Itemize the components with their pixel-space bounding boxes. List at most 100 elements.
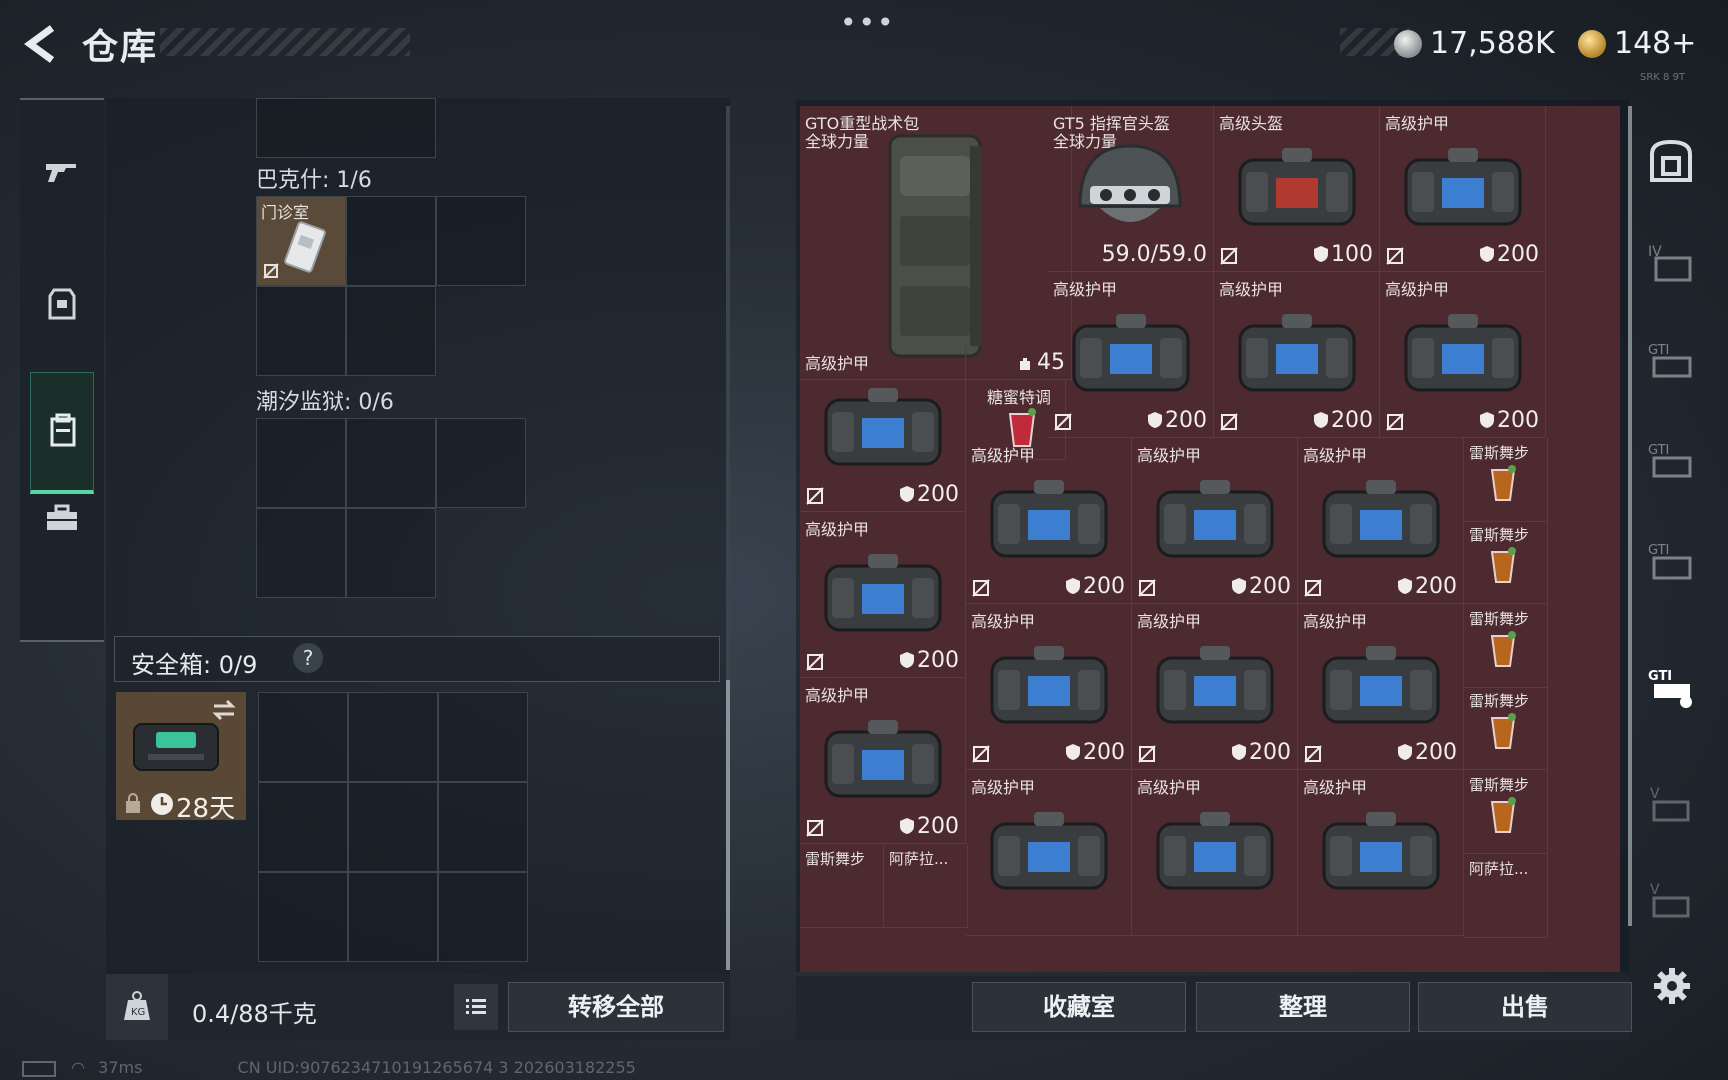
- swap-icon[interactable]: [210, 698, 238, 722]
- inventory-item-backpack[interactable]: GTO重型战术包 全球力量 45: [800, 106, 1072, 380]
- empty-slot[interactable]: [256, 508, 346, 598]
- empty-slot[interactable]: [256, 98, 436, 158]
- inventory-grid: GTO重型战术包 全球力量 45 GT5 指挥官头盔 全球力量 59.0/59.…: [800, 106, 1620, 972]
- stash-scrollbar-thumb[interactable]: [726, 680, 730, 970]
- toolbox-icon[interactable]: [42, 498, 82, 538]
- item-name: 高级护甲: [1219, 280, 1284, 299]
- inventory-item-cocktail[interactable]: 雷斯舞步: [1464, 438, 1548, 522]
- inventory-item-armor[interactable]: 高级护甲 200: [1298, 438, 1464, 604]
- inventory-item-armor[interactable]: 高级护甲: [1132, 770, 1298, 936]
- container-v-icon[interactable]: V: [1646, 780, 1696, 830]
- container-gti-icon[interactable]: GTI: [1646, 536, 1696, 586]
- container-gti-active-icon[interactable]: GTI: [1646, 662, 1696, 712]
- item-name: 高级护甲: [1303, 446, 1368, 465]
- container-v-icon[interactable]: V: [1646, 876, 1696, 926]
- safe-vault-icon[interactable]: [1646, 136, 1696, 186]
- inventory-item-cocktail[interactable]: 雷斯舞步: [1464, 686, 1548, 770]
- inventory-item-advanced-helmet[interactable]: 高级头盔 100: [1214, 106, 1380, 272]
- armor-case-icon: [824, 388, 942, 466]
- inventory-item-gt5-helmet[interactable]: GT5 指挥官头盔 全球力量 59.0/59.0: [1048, 106, 1214, 272]
- empty-slot[interactable]: [256, 418, 346, 508]
- cocktail-glass-icon: [1490, 797, 1516, 833]
- inventory-item-cocktail[interactable]: 雷斯舞步: [1464, 604, 1548, 688]
- item-durability: 200: [917, 482, 959, 507]
- inventory-item-armor[interactable]: 高级护甲 200: [1048, 272, 1214, 438]
- organize-button[interactable]: 整理: [1196, 982, 1410, 1032]
- armor-case-icon: [1322, 646, 1440, 724]
- ping-readout: 37ms: [98, 1058, 143, 1077]
- item-name: 高级护甲: [1303, 778, 1368, 797]
- item-name: 高级护甲: [1137, 612, 1202, 631]
- backpack-item-icon: [888, 134, 982, 358]
- nav-tab-backpack-active[interactable]: [30, 372, 94, 494]
- safebox-slot[interactable]: [258, 692, 348, 782]
- container-gti-icon[interactable]: GTI: [1646, 336, 1696, 386]
- inventory-item-cocktail[interactable]: 雷斯舞步: [1464, 520, 1548, 604]
- item-name: 高级护甲: [805, 520, 870, 539]
- helmet-case-icon: [1238, 148, 1356, 226]
- safebox-help-button[interactable]: ?: [293, 643, 323, 673]
- list-view-button[interactable]: [454, 984, 498, 1030]
- container-gti-icon[interactable]: GTI: [1646, 436, 1696, 486]
- safebox-item[interactable]: 28天: [116, 692, 246, 824]
- inventory-item-armor[interactable]: 高级护甲 200: [1132, 438, 1298, 604]
- no-insure-icon: [1304, 579, 1322, 597]
- safebox-slot[interactable]: [348, 872, 438, 962]
- container-iv-icon[interactable]: IV: [1646, 238, 1696, 288]
- svg-text:KG: KG: [131, 1007, 145, 1018]
- armor-case-icon: [990, 480, 1108, 558]
- durability-shield-icon: [1314, 412, 1328, 428]
- settings-gear-icon[interactable]: [1652, 966, 1692, 1006]
- empty-slot[interactable]: [346, 196, 436, 286]
- no-insure-icon: [1220, 247, 1238, 265]
- inventory-item-armor[interactable]: 高级护甲 200: [1298, 604, 1464, 770]
- inventory-item-armor[interactable]: 高级护甲 200: [1132, 604, 1298, 770]
- back-arrow-icon[interactable]: [22, 22, 62, 66]
- safebox-slot[interactable]: [258, 782, 348, 872]
- safebox-slot[interactable]: [438, 692, 528, 782]
- sell-button[interactable]: 出售: [1418, 982, 1632, 1032]
- gold-currency-amount[interactable]: 148+: [1614, 26, 1696, 61]
- empty-slot[interactable]: [436, 418, 526, 508]
- item-name: 高级护甲: [971, 446, 1036, 465]
- empty-slot[interactable]: [346, 418, 436, 508]
- inventory-item-armor[interactable]: 高级护甲 200: [800, 512, 966, 678]
- inventory-item-armor[interactable]: 高级护甲 200: [1214, 272, 1380, 438]
- inventory-item-cocktail[interactable]: 雷斯舞步: [800, 844, 884, 928]
- title-decor: [160, 28, 410, 56]
- safebox-slot[interactable]: [348, 782, 438, 872]
- empty-slot[interactable]: [346, 286, 436, 376]
- inventory-item-cocktail[interactable]: 雷斯舞步: [1464, 770, 1548, 854]
- safebox-slot[interactable]: [348, 692, 438, 782]
- inventory-item-asala[interactable]: 阿萨拉...: [884, 844, 968, 928]
- clinic-item-slot[interactable]: 门诊室: [256, 196, 346, 286]
- no-insure-icon: [806, 487, 824, 505]
- safebox-slot[interactable]: [258, 872, 348, 962]
- inventory-scrollbar[interactable]: [1628, 106, 1632, 926]
- item-durability: 200: [1083, 740, 1125, 765]
- inventory-item-armor[interactable]: 高级护甲 200: [800, 678, 966, 844]
- inventory-item-armor[interactable]: 高级护甲 200: [800, 346, 966, 512]
- inventory-item-armor[interactable]: 高级护甲: [966, 770, 1132, 936]
- inventory-item-asala[interactable]: 阿萨拉...: [1464, 854, 1548, 938]
- inventory-item-armor[interactable]: 高级护甲 200: [966, 438, 1132, 604]
- gun-icon[interactable]: [42, 152, 82, 192]
- safebox-slot[interactable]: [438, 782, 528, 872]
- armor-vest-icon[interactable]: [42, 284, 82, 324]
- collection-room-button[interactable]: 收藏室: [972, 982, 1186, 1032]
- item-name: 高级护甲: [1385, 280, 1450, 299]
- more-menu-icon[interactable]: •••: [840, 6, 896, 39]
- empty-slot[interactable]: [256, 286, 346, 376]
- no-insure-icon: [263, 263, 279, 279]
- weight-button[interactable]: KG: [106, 974, 168, 1040]
- inventory-item-armor[interactable]: 高级护甲 200: [1380, 106, 1546, 272]
- empty-slot[interactable]: [346, 508, 436, 598]
- inventory-item-armor[interactable]: 高级护甲: [1298, 770, 1464, 936]
- item-name: 雷斯舞步: [805, 850, 866, 868]
- inventory-item-armor[interactable]: 高级护甲 200: [966, 604, 1132, 770]
- empty-slot[interactable]: [436, 196, 526, 286]
- svg-text:GTI: GTI: [1648, 343, 1669, 358]
- inventory-item-armor[interactable]: 高级护甲 200: [1380, 272, 1546, 438]
- transfer-all-button[interactable]: 转移全部: [508, 982, 724, 1032]
- safebox-slot[interactable]: [438, 872, 528, 962]
